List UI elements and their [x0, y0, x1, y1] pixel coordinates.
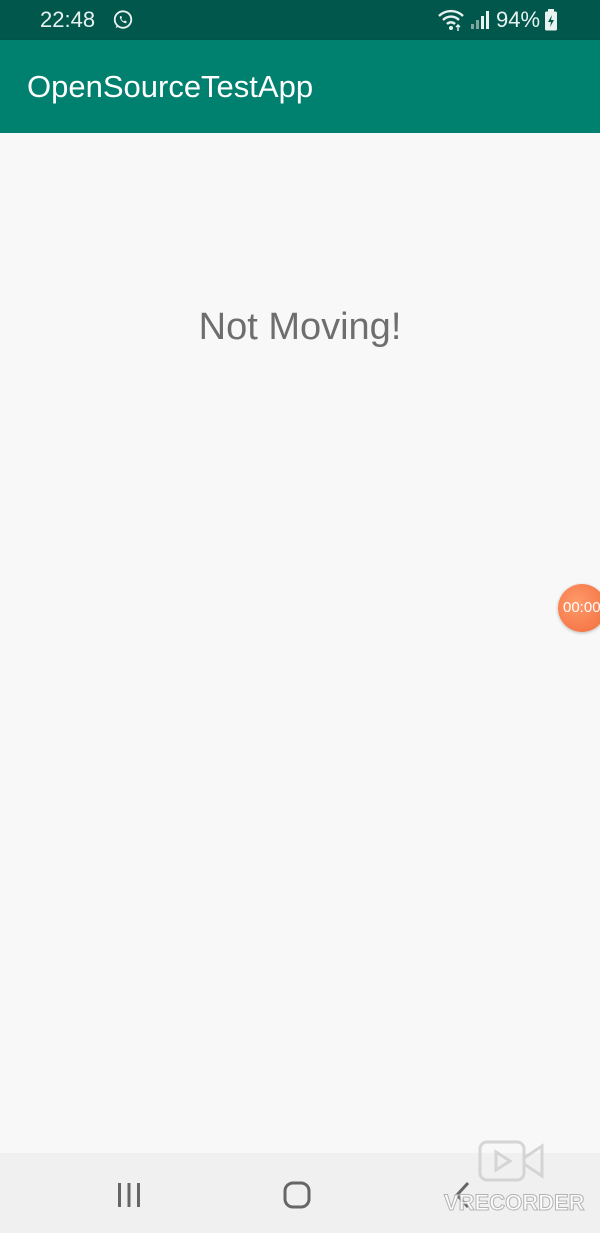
recorder-floating-button[interactable]: 00:00 — [558, 584, 600, 632]
watermark: VRECORDER — [440, 1138, 590, 1228]
battery-level: 94% — [496, 7, 541, 32]
battery-icon — [545, 9, 557, 31]
app-bar: OpenSourceTestApp — [0, 40, 600, 133]
wifi-icon — [438, 9, 464, 31]
video-camera-icon — [478, 1140, 544, 1182]
status-time: 22:48 — [40, 7, 96, 32]
app-title: OpenSourceTestApp — [27, 69, 314, 104]
watermark-text: VRECORDER — [444, 1190, 586, 1215]
status-bar: 22:48 94% — [0, 0, 600, 40]
main-content: Not Moving! — [0, 133, 600, 1153]
home-icon[interactable] — [282, 1180, 312, 1210]
signal-icon — [471, 11, 489, 29]
whatsapp-icon — [113, 10, 133, 29]
recents-icon[interactable] — [113, 1181, 145, 1209]
movement-status-text: Not Moving! — [198, 306, 402, 348]
recorder-timer: 00:00 — [563, 599, 600, 616]
